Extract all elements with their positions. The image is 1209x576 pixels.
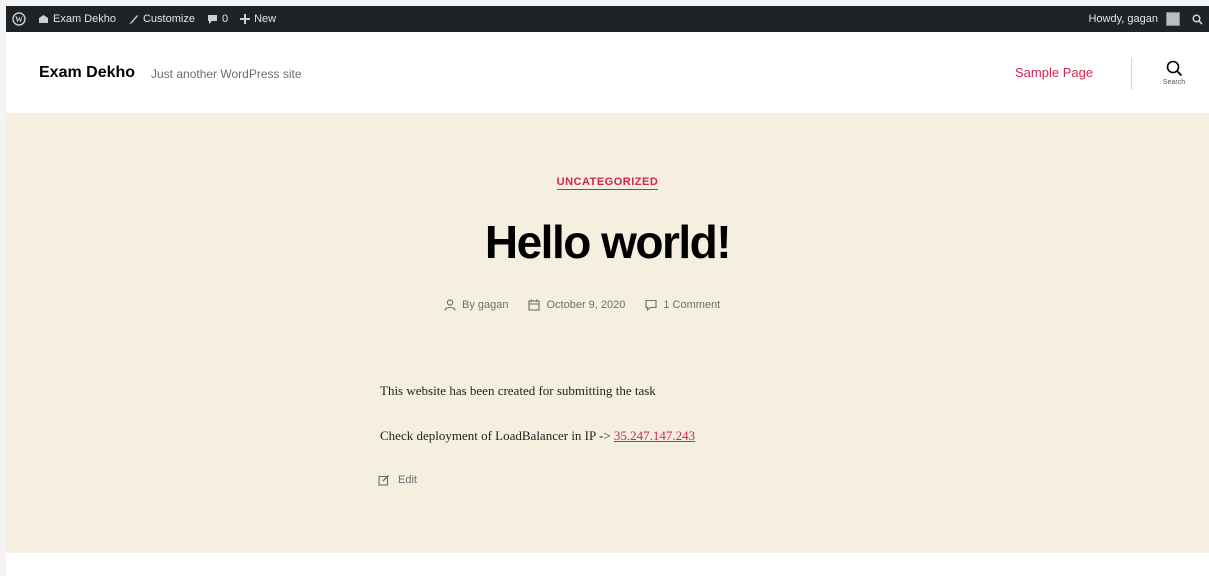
site-header: Exam Dekho Just another WordPress site S… (6, 32, 1209, 113)
admin-bar-customize[interactable]: Customize (122, 6, 201, 32)
header-divider (1131, 58, 1132, 90)
nav-item-sample-page[interactable]: Sample Page (1015, 65, 1093, 80)
admin-bar-site-name[interactable]: Exam Dekho (32, 6, 122, 32)
post-title: Hello world! (484, 216, 732, 268)
search-icon (1166, 60, 1182, 77)
admin-bar-comments[interactable]: 0 (201, 6, 234, 32)
comment-icon (645, 299, 657, 311)
post-article: UNCATEGORIZED Hello world! By gagan Octo… (6, 113, 1209, 553)
howdy-label: Howdy, gagan (1088, 13, 1158, 25)
admin-bar: W Exam Dekho Customize 0 New Howdy, gaga… (6, 6, 1209, 32)
paragraph-2-text: Check deployment of LoadBalancer in IP -… (380, 428, 614, 443)
date-link[interactable]: October 9, 2020 (546, 299, 625, 311)
calendar-icon (528, 299, 541, 311)
post-content: This website has been created for submit… (380, 383, 695, 473)
page-bottom-area (6, 553, 1209, 576)
user-icon (444, 299, 456, 311)
browser-viewport: W Exam Dekho Customize 0 New Howdy, gaga… (0, 0, 1209, 576)
comments-link[interactable]: 1 Comment (663, 299, 720, 311)
edit-label: Edit (398, 474, 417, 486)
brush-icon (128, 14, 138, 24)
search-icon (1192, 13, 1203, 25)
search-label: Search (1162, 79, 1186, 86)
edit-post-link[interactable]: Edit (378, 474, 417, 486)
content-paragraph-2: Check deployment of LoadBalancer in IP -… (380, 428, 695, 444)
category-link[interactable]: UNCATEGORIZED (556, 176, 659, 190)
plus-icon (240, 14, 251, 24)
edit-icon (378, 475, 389, 486)
admin-bar-account[interactable]: Howdy, gagan (1082, 6, 1186, 32)
post-meta: By gagan October 9, 2020 1 Comment (444, 299, 740, 311)
admin-bar-new[interactable]: New (234, 6, 282, 32)
admin-bar-search[interactable] (1186, 6, 1209, 32)
comment-bubble-icon (207, 14, 217, 24)
site-title[interactable]: Exam Dekho (39, 64, 135, 82)
post-category: UNCATEGORIZED (6, 176, 1209, 190)
new-label: New (254, 13, 277, 25)
wordpress-logo-menu[interactable]: W (6, 6, 32, 32)
post-date: October 9, 2020 (528, 299, 625, 311)
post-author: By gagan (444, 299, 508, 311)
wordpress-icon: W (12, 12, 26, 26)
site-name-label: Exam Dekho (53, 13, 116, 25)
ip-link[interactable]: 35.247.147.243 (614, 428, 695, 443)
author-link[interactable]: By gagan (462, 299, 508, 311)
comments-count: 0 (221, 13, 229, 25)
site-description: Just another WordPress site (151, 67, 302, 81)
search-toggle-button[interactable]: Search (1154, 60, 1194, 86)
svg-text:W: W (15, 15, 23, 24)
avatar (1166, 12, 1180, 26)
post-comments: 1 Comment (645, 299, 720, 311)
content-paragraph-1: This website has been created for submit… (380, 383, 656, 398)
customize-label: Customize (142, 13, 195, 25)
dashboard-icon (39, 15, 48, 23)
